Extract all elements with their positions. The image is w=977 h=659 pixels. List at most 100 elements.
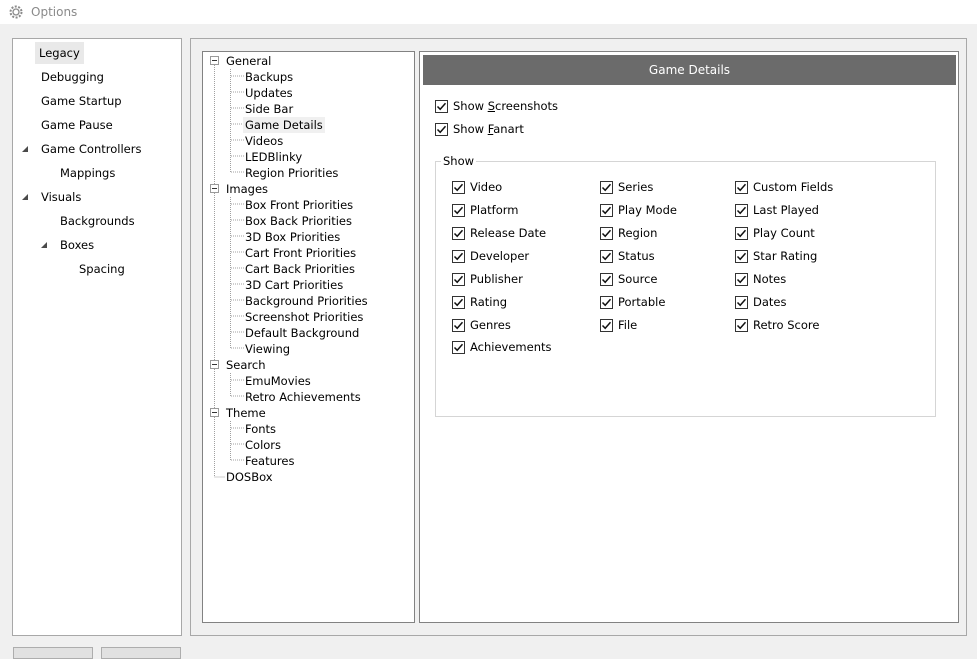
tree-item-cart-front-priorities[interactable]: Cart Front Priorities	[243, 245, 358, 261]
option-label: Play Mode	[618, 203, 677, 217]
option-rating[interactable]: Rating	[452, 294, 507, 310]
checkmark-icon[interactable]	[600, 180, 613, 194]
option-release-date[interactable]: Release Date	[452, 225, 546, 241]
show-fanart-checkbox[interactable]: Show Fanart	[435, 121, 524, 137]
nav-item-game-pause[interactable]: Game Pause	[37, 114, 117, 136]
tree-item-backups[interactable]: Backups	[243, 69, 295, 85]
checkmark-icon[interactable]	[600, 203, 613, 217]
checkmark-icon[interactable]	[600, 295, 613, 309]
checkmark-icon[interactable]	[600, 226, 613, 240]
expanded-triangle-icon[interactable]	[21, 193, 29, 201]
option-label: Rating	[470, 295, 508, 309]
option-achievements[interactable]: Achievements	[452, 339, 552, 355]
nav-item-mappings[interactable]: Mappings	[56, 162, 119, 184]
tree-item-3d-box-priorities[interactable]: 3D Box Priorities	[243, 229, 342, 245]
option-status[interactable]: Status	[600, 248, 655, 264]
option-platform[interactable]: Platform	[452, 202, 519, 218]
checkmark-icon[interactable]	[452, 272, 465, 286]
option-custom-fields[interactable]: Custom Fields	[735, 179, 833, 195]
expanded-triangle-icon[interactable]	[40, 241, 48, 249]
tree-item-ledblinky[interactable]: LEDBlinky	[243, 149, 304, 165]
checkmark-icon[interactable]	[452, 226, 465, 240]
nav-item-debugging[interactable]: Debugging	[37, 66, 108, 88]
show-screenshots-checkbox[interactable]: Show Screenshots	[435, 98, 558, 114]
checkmark-icon[interactable]	[435, 122, 448, 136]
tree-item-colors[interactable]: Colors	[243, 437, 283, 453]
option-region[interactable]: Region	[600, 225, 657, 241]
option-genres[interactable]: Genres	[452, 317, 511, 333]
option-series[interactable]: Series	[600, 179, 653, 195]
checkmark-icon[interactable]	[452, 180, 465, 194]
tree-item-images[interactable]: Images	[224, 181, 270, 197]
collapse-icon[interactable]	[210, 184, 219, 193]
tree-item-cart-back-priorities[interactable]: Cart Back Priorities	[243, 261, 357, 277]
dialog-button[interactable]	[13, 647, 93, 659]
collapse-icon[interactable]	[210, 56, 219, 65]
checkmark-icon[interactable]	[735, 203, 748, 217]
nav-item-legacy[interactable]: Legacy	[35, 42, 84, 64]
tree-item-fonts[interactable]: Fonts	[243, 421, 278, 437]
tree-item-region-priorities[interactable]: Region Priorities	[243, 165, 340, 181]
option-label: Retro Score	[753, 318, 820, 332]
tree-item-side-bar[interactable]: Side Bar	[243, 101, 295, 117]
tree-item-game-details[interactable]: Game Details	[243, 117, 325, 133]
expanded-triangle-icon[interactable]	[21, 145, 29, 153]
checkmark-icon[interactable]	[452, 340, 465, 354]
option-publisher[interactable]: Publisher	[452, 271, 523, 287]
nav-item-game-startup[interactable]: Game Startup	[37, 90, 126, 112]
collapse-icon[interactable]	[210, 408, 219, 417]
tree-item-updates[interactable]: Updates	[243, 85, 295, 101]
option-source[interactable]: Source	[600, 271, 658, 287]
checkmark-icon[interactable]	[452, 203, 465, 217]
checkmark-icon[interactable]	[735, 318, 748, 332]
option-play-mode[interactable]: Play Mode	[600, 202, 677, 218]
nav-item-boxes[interactable]: Boxes	[56, 234, 98, 256]
tree-item-screenshot-priorities[interactable]: Screenshot Priorities	[243, 309, 365, 325]
tree-item-general[interactable]: General	[224, 53, 273, 69]
checkmark-icon[interactable]	[735, 249, 748, 263]
dialog-button[interactable]	[101, 647, 181, 659]
checkmark-icon[interactable]	[735, 295, 748, 309]
tree-item-background-priorities[interactable]: Background Priorities	[243, 293, 370, 309]
tree-item-emumovies[interactable]: EmuMovies	[243, 373, 313, 389]
tree-item-dosbox[interactable]: DOSBox	[224, 469, 275, 485]
checkmark-icon[interactable]	[735, 226, 748, 240]
tree-item-viewing[interactable]: Viewing	[243, 341, 292, 357]
option-last-played[interactable]: Last Played	[735, 202, 819, 218]
checkmark-icon[interactable]	[435, 99, 448, 113]
checkmark-icon[interactable]	[735, 180, 748, 194]
option-portable[interactable]: Portable	[600, 294, 665, 310]
option-file[interactable]: File	[600, 317, 637, 333]
tree-item-box-back-priorities[interactable]: Box Back Priorities	[243, 213, 354, 229]
checkmark-icon[interactable]	[735, 272, 748, 286]
tree-item-features[interactable]: Features	[243, 453, 296, 469]
tree-item-default-background[interactable]: Default Background	[243, 325, 361, 341]
option-developer[interactable]: Developer	[452, 248, 529, 264]
checkmark-icon[interactable]	[452, 295, 465, 309]
tree-item-retro-achievements[interactable]: Retro Achievements	[243, 389, 363, 405]
checkmark-icon[interactable]	[600, 318, 613, 332]
option-label: Release Date	[470, 226, 547, 240]
tree-item-box-front-priorities[interactable]: Box Front Priorities	[243, 197, 355, 213]
tree-item-3d-cart-priorities[interactable]: 3D Cart Priorities	[243, 277, 345, 293]
checkmark-icon[interactable]	[600, 272, 613, 286]
nav-item-game-controllers[interactable]: Game Controllers	[37, 138, 145, 160]
option-retro-score[interactable]: Retro Score	[735, 317, 819, 333]
option-play-count[interactable]: Play Count	[735, 225, 815, 241]
option-star-rating[interactable]: Star Rating	[735, 248, 817, 264]
checkmark-icon[interactable]	[452, 318, 465, 332]
tree-item-videos[interactable]: Videos	[243, 133, 285, 149]
option-dates[interactable]: Dates	[735, 294, 786, 310]
option-video[interactable]: Video	[452, 179, 502, 195]
nav-item-backgrounds[interactable]: Backgrounds	[56, 210, 139, 232]
nav-item-spacing[interactable]: Spacing	[75, 258, 129, 280]
tree-item-search[interactable]: Search	[224, 357, 268, 373]
checkmark-icon[interactable]	[600, 249, 613, 263]
option-label: Source	[618, 272, 658, 286]
nav-item-visuals[interactable]: Visuals	[37, 186, 85, 208]
checkmark-icon[interactable]	[452, 249, 465, 263]
tree-item-theme[interactable]: Theme	[224, 405, 268, 421]
settings-tree[interactable]: General Backups Updates Side Bar Game De…	[202, 51, 415, 623]
option-notes[interactable]: Notes	[735, 271, 786, 287]
collapse-icon[interactable]	[210, 360, 219, 369]
